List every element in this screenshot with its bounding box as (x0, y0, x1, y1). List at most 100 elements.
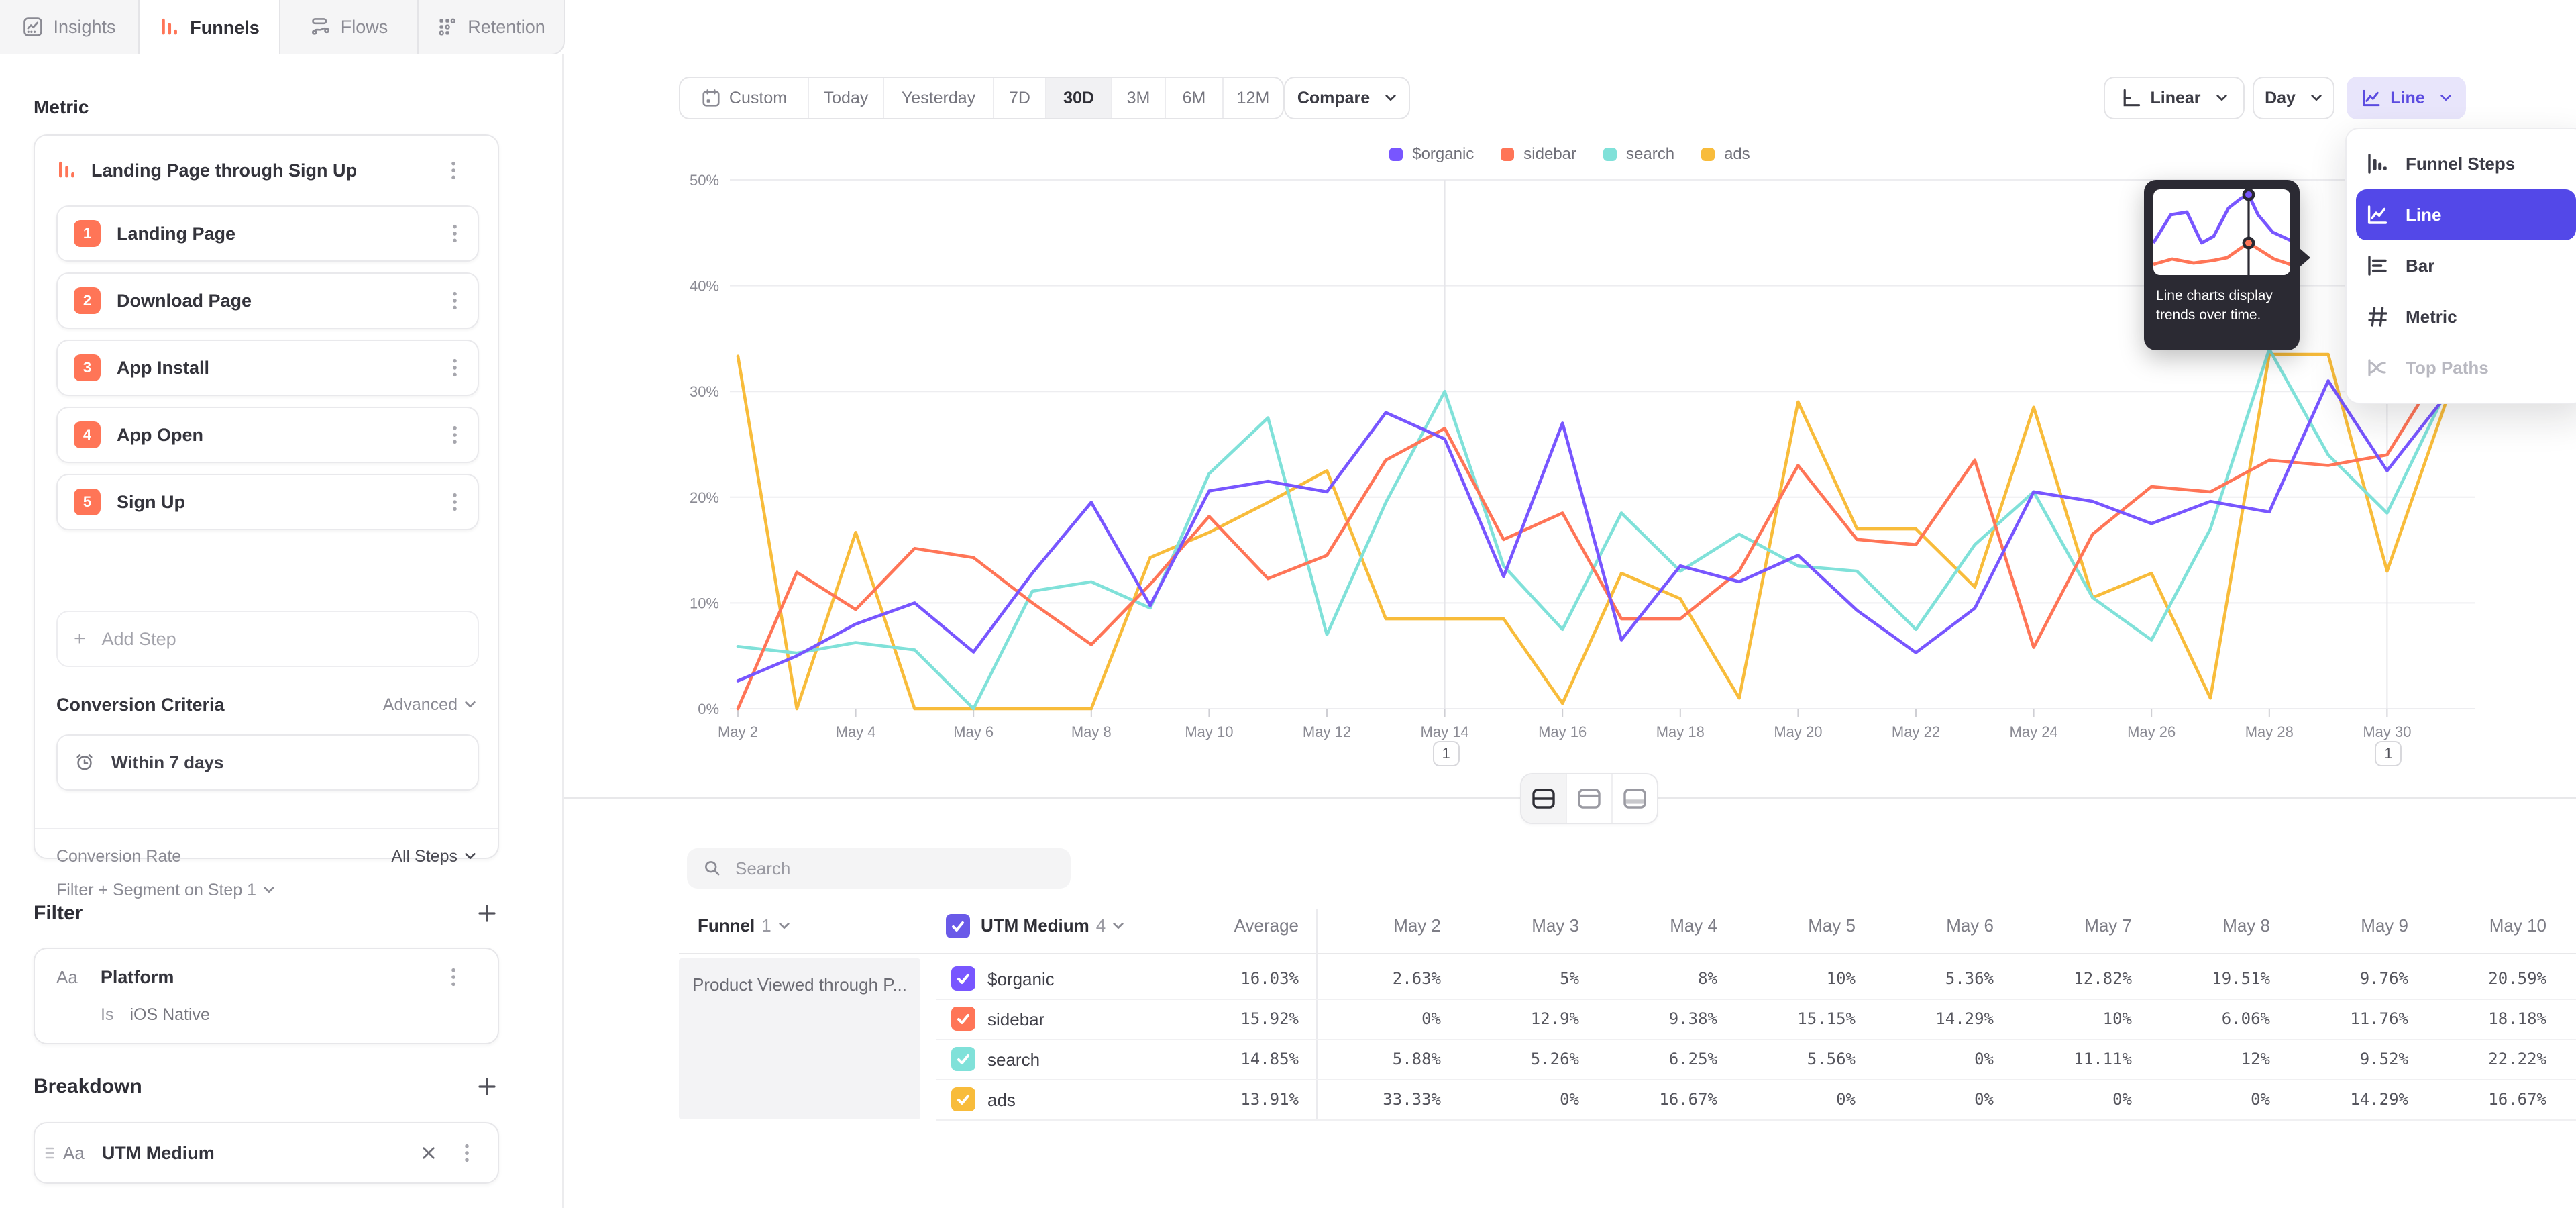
breakdown-select-all-checkbox[interactable] (946, 914, 970, 938)
drag-handle-icon[interactable] (44, 1145, 55, 1161)
step-label: App Install (117, 358, 445, 379)
kebab-menu-icon[interactable] (445, 290, 464, 311)
table-search (687, 848, 1071, 889)
range-today[interactable]: Today (809, 78, 884, 118)
table-value: 8% (1579, 969, 1717, 988)
date-column-header[interactable]: May 8 (2132, 915, 2270, 936)
table-value: 33.33% (1303, 1090, 1441, 1109)
date-column-header[interactable]: May 2 (1303, 915, 1441, 936)
range-label: Today (824, 89, 869, 108)
bottom-panel-view-icon[interactable] (1613, 774, 1657, 823)
split-view-icon[interactable] (1521, 774, 1567, 823)
scale-selector-button[interactable]: Linear (2104, 77, 2245, 119)
funnel-step-1[interactable]: 1Landing Page (56, 205, 479, 262)
svg-text:May 16: May 16 (1538, 723, 1587, 740)
breakdown-card[interactable]: Aa UTM Medium (34, 1122, 499, 1184)
date-column-header[interactable]: May 4 (1579, 915, 1717, 936)
tab-flows[interactable]: Flows (280, 0, 419, 54)
flows-icon (310, 16, 331, 38)
series-checkbox-organic[interactable] (951, 966, 975, 991)
range-6m[interactable]: 6M (1166, 78, 1224, 118)
step-label: Download Page (117, 291, 445, 311)
series-checkbox-ads[interactable] (951, 1087, 975, 1111)
funnels-app: Insights Funnels Flows Retention Metric … (0, 0, 2576, 1208)
remove-breakdown-icon[interactable] (421, 1146, 436, 1160)
date-column-header[interactable]: May 3 (1441, 915, 1579, 936)
kebab-menu-icon[interactable] (444, 966, 463, 988)
kebab-menu-icon[interactable] (445, 223, 464, 244)
funnel-step-2[interactable]: 2 Download Page (56, 272, 479, 329)
add-step-button[interactable]: + Add Step (56, 611, 479, 667)
range-7d[interactable]: 7D (994, 78, 1046, 118)
date-column-header[interactable]: May 9 (2270, 915, 2408, 936)
line-chart-preview (2153, 189, 2290, 275)
table-value: 5% (1441, 969, 1579, 988)
date-column-header[interactable]: May 10 (2408, 915, 2546, 936)
kebab-menu-icon[interactable] (445, 491, 464, 513)
chart-type-selector-button[interactable]: Line (2347, 77, 2466, 119)
filter-card[interactable]: Aa Platform Is iOS Native (34, 948, 499, 1044)
range-30d[interactable]: 30D (1046, 78, 1112, 118)
funnel-step-4[interactable]: 4App Open (56, 407, 479, 463)
range-label: Yesterday (902, 89, 975, 108)
tab-funnels[interactable]: Funnels (140, 0, 280, 55)
compare-button[interactable]: Compare (1284, 77, 1410, 119)
search-icon (703, 859, 722, 878)
kebab-menu-icon[interactable] (445, 424, 464, 446)
step-number-chip: 2 (74, 287, 101, 314)
add-breakdown-icon[interactable] (478, 1077, 496, 1096)
table-header-border (679, 953, 2576, 954)
breakdown-column-header[interactable]: UTM Medium4 (981, 915, 1124, 936)
menu-item-funnel-steps[interactable]: Funnel Steps (2356, 138, 2576, 189)
series-name: sidebar (987, 1009, 1044, 1030)
date-column-header[interactable]: May 6 (1856, 915, 1994, 936)
series-checkbox-sidebar[interactable] (951, 1007, 975, 1031)
axis-icon (2121, 87, 2142, 109)
plus-icon: + (74, 627, 86, 650)
date-column-header[interactable]: May 7 (1994, 915, 2132, 936)
series-checkbox-search[interactable] (951, 1047, 975, 1071)
funnel-step-5[interactable]: 5Sign Up (56, 474, 479, 530)
conversion-criteria-label: Conversion Criteria (56, 695, 383, 715)
menu-item-line[interactable]: Line (2356, 189, 2576, 240)
menu-item-bar[interactable]: Bar (2356, 240, 2576, 291)
funnel-group-cell[interactable]: Product Viewed through P... (679, 958, 920, 1119)
filter-operator[interactable]: Is (101, 1005, 113, 1025)
menu-item-metric[interactable]: Metric (2356, 291, 2576, 342)
add-filter-icon[interactable] (478, 904, 496, 923)
kebab-menu-icon[interactable] (458, 1142, 476, 1164)
retention-icon (437, 16, 458, 38)
query-builder-sidebar: Metric Landing Page through Sign Up 1Lan… (0, 54, 564, 1208)
range-label: 7D (1009, 89, 1030, 108)
funnel-step-3[interactable]: 3App Install (56, 340, 479, 396)
filter-segment-dropdown[interactable]: Filter + Segment on Step 1 (56, 876, 275, 903)
table-value: 9.76% (2270, 969, 2408, 988)
date-column-header[interactable]: May 5 (1717, 915, 1856, 936)
range-custom[interactable]: Custom (680, 78, 809, 118)
top-panel-view-icon[interactable] (1567, 774, 1613, 823)
svg-text:May 10: May 10 (1185, 723, 1233, 740)
conversion-window-button[interactable]: Within 7 days (56, 734, 479, 791)
tab-label: Flows (341, 17, 388, 38)
kebab-menu-icon[interactable] (444, 160, 463, 181)
advanced-dropdown[interactable]: Advanced (383, 695, 476, 715)
metric-title: Landing Page through Sign Up (91, 160, 444, 181)
all-steps-dropdown[interactable]: All Steps (391, 847, 476, 866)
annotation-badge[interactable]: 1 (2375, 741, 2402, 766)
range-label: 6M (1183, 89, 1206, 108)
search-input[interactable] (733, 857, 1033, 880)
range-yesterday[interactable]: Yesterday (884, 78, 994, 118)
annotation-badge[interactable]: 1 (1433, 741, 1460, 766)
range-12m[interactable]: 12M (1224, 78, 1283, 118)
table-value: 10% (1994, 1009, 2132, 1028)
step-number-chip: 5 (74, 489, 101, 515)
granularity-selector-button[interactable]: Day (2253, 77, 2334, 119)
kebab-menu-icon[interactable] (445, 357, 464, 379)
insights-icon (22, 16, 44, 38)
filter-value[interactable]: iOS Native (129, 1005, 209, 1025)
tab-retention[interactable]: Retention (419, 0, 564, 54)
range-3m[interactable]: 3M (1112, 78, 1166, 118)
average-column-header[interactable]: Average (1165, 915, 1299, 936)
tab-insights[interactable]: Insights (0, 0, 140, 54)
funnel-column-header[interactable]: Funnel1 (698, 915, 790, 936)
